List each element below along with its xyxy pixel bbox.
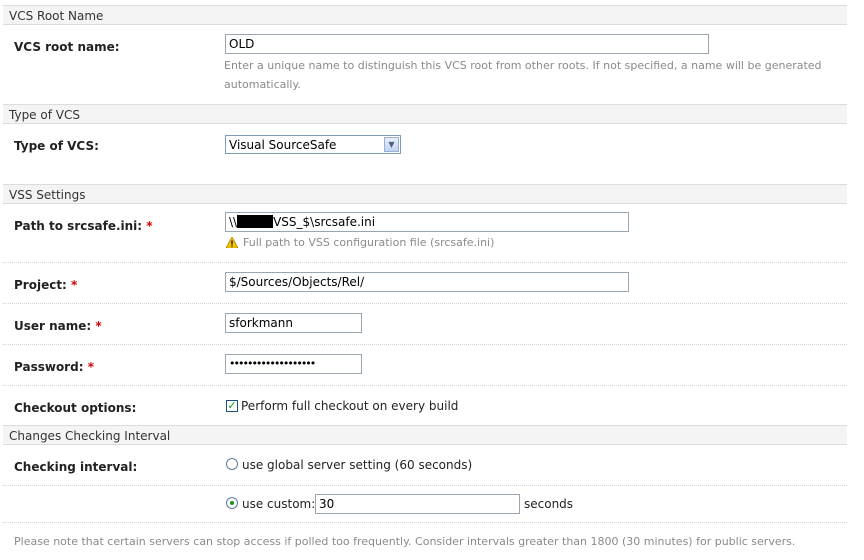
redacted-block: [237, 215, 274, 228]
row-divider: [3, 262, 847, 263]
footer-note: Please note that certain servers can sto…: [14, 535, 796, 548]
required-marker: *: [95, 319, 102, 333]
checkout-options-label: Checkout options:: [14, 401, 137, 415]
vcs-root-name-input[interactable]: OLD: [225, 34, 709, 54]
required-marker: *: [71, 278, 78, 292]
row-divider: [3, 485, 847, 486]
password-input[interactable]: •••••••••••••••••••: [225, 354, 362, 374]
password-label: Password: *: [14, 360, 94, 374]
global-setting-radio[interactable]: [226, 458, 238, 470]
srcsafe-path-input[interactable]: \\ VSS_$\srcsafe.ini: [225, 212, 629, 232]
project-input[interactable]: $/Sources/Objects/Rel/: [225, 272, 629, 292]
password-label-text: Password:: [14, 360, 84, 374]
full-checkout-label: Perform full checkout on every build: [241, 399, 459, 413]
warning-icon: [225, 236, 239, 249]
vcs-root-name-hint: Enter a unique name to distinguish this …: [224, 59, 822, 91]
project-label-text: Project:: [14, 278, 67, 292]
section-vss-settings: VSS Settings: [3, 184, 847, 204]
required-marker: *: [87, 360, 94, 374]
section-vcs-root-name: VCS Root Name: [3, 5, 847, 25]
project-label: Project: *: [14, 278, 77, 292]
chevron-down-icon[interactable]: ▼: [384, 137, 399, 152]
vcs-type-select[interactable]: Visual SourceSafe ▼: [225, 135, 401, 154]
srcsafe-path-label: Path to srcsafe.ini: *: [14, 219, 153, 233]
username-label-text: User name:: [14, 319, 92, 333]
global-setting-label: use global server setting (60 seconds): [242, 458, 473, 472]
row-divider: [3, 385, 847, 386]
checking-interval-label: Checking interval:: [14, 460, 138, 474]
seconds-unit-label: seconds: [524, 497, 574, 511]
row-divider: [3, 522, 847, 523]
full-checkout-checkbox[interactable]: ✓: [226, 400, 238, 412]
custom-interval-label: use custom:: [242, 497, 316, 511]
srcsafe-path-prefix: \\: [229, 215, 238, 229]
section-changes-interval: Changes Checking Interval: [3, 425, 847, 445]
srcsafe-path-hint: Full path to VSS configuration file (src…: [243, 236, 495, 249]
custom-interval-input[interactable]: 30: [315, 494, 520, 514]
srcsafe-path-suffix: VSS_$\srcsafe.ini: [273, 215, 376, 229]
row-divider: [3, 344, 847, 345]
required-marker: *: [146, 219, 153, 233]
username-input[interactable]: sforkmann: [225, 313, 362, 333]
vcs-root-name-label: VCS root name:: [14, 40, 120, 54]
username-label: User name: *: [14, 319, 102, 333]
vcs-type-selected-value: Visual SourceSafe: [229, 138, 337, 152]
row-divider: [3, 303, 847, 304]
vcs-type-label: Type of VCS:: [14, 139, 99, 153]
srcsafe-path-label-text: Path to srcsafe.ini:: [14, 219, 143, 233]
custom-interval-radio[interactable]: [226, 497, 238, 509]
section-type-of-vcs: Type of VCS: [3, 104, 847, 124]
